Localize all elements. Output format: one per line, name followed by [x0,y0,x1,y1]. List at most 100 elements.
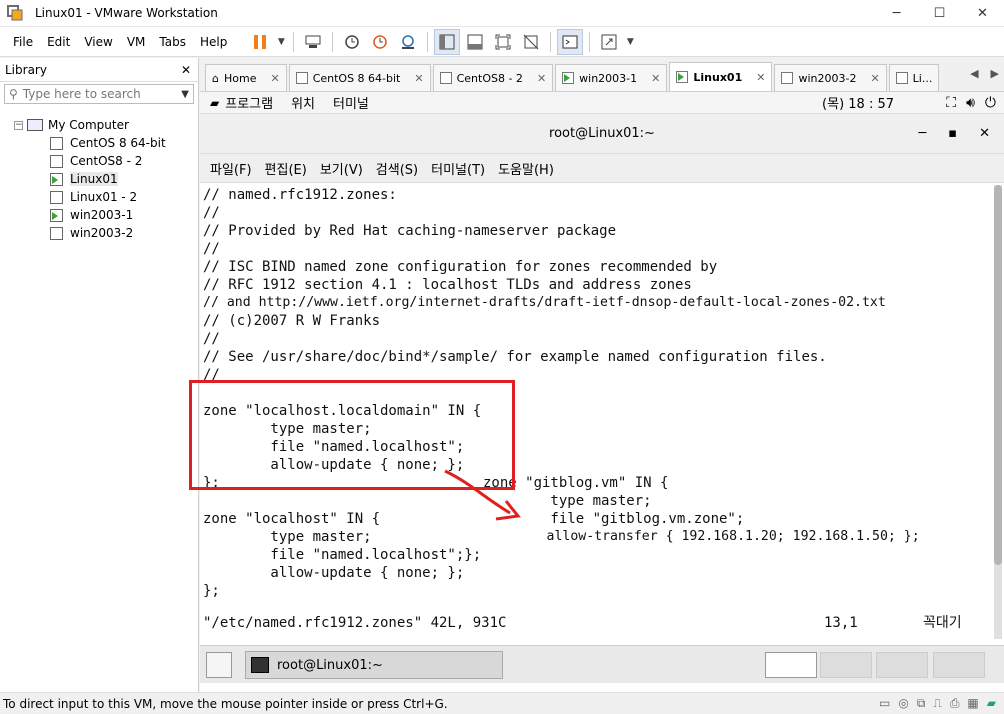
chevron-down-icon[interactable]: ▼ [624,29,636,55]
tab-win2003-2[interactable]: win2003-2 ✕ [774,64,887,91]
terminal-line: }; [203,583,220,599]
tab-centos8-64[interactable]: CentOS 8 64-bit ✕ [288,64,431,91]
tree-item-linux01-2[interactable]: Linux01 - 2 [0,188,198,206]
snapshot-manager-icon[interactable] [395,29,421,55]
terminal-line: type master; [203,529,372,545]
terminal-menu-help[interactable]: 도움말(H) [498,159,554,178]
gnome-clock[interactable]: (목) 18 : 57 [822,93,894,112]
thumbnail-bar-icon[interactable] [462,29,488,55]
menu-file[interactable]: File [6,35,40,49]
printer-icon[interactable]: ⎙ [950,696,960,711]
library-search-input[interactable]: ⚲ Type here to search ▼ [4,84,194,104]
close-tab-icon[interactable]: ✕ [651,72,660,85]
menu-vm[interactable]: VM [120,35,153,49]
usb-icon[interactable]: ⎍ [933,696,941,711]
maximize-button[interactable]: ☐ [918,0,961,27]
terminal-maximize-icon[interactable]: ▪ [948,126,957,141]
terminal-content[interactable]: // named.rfc1912.zones: // // Provided b… [189,183,1004,645]
search-icon: ⚲ [9,87,18,101]
message-icon[interactable]: ▰ [987,696,996,711]
apps-icon: ▰ [210,95,220,110]
terminal-menu-file[interactable]: 파일(F) [210,159,252,178]
close-tab-icon[interactable]: ✕ [414,72,423,85]
window-title: Linux01 - VMware Workstation [35,6,218,20]
vm-icon [50,226,63,240]
tab-scroll-left-icon[interactable]: ◀ [970,67,978,80]
menu-tabs[interactable]: Tabs [152,35,193,49]
scrollbar-thumb[interactable] [994,185,1002,565]
chevron-down-icon[interactable]: ▼ [275,29,287,55]
gnome-terminal-menu[interactable]: 터미널 [333,93,369,112]
tree-item-win2003-1[interactable]: win2003-1 [0,206,198,224]
tree-item-win2003-2[interactable]: win2003-2 [0,224,198,242]
tab-win2003-1[interactable]: win2003-1 ✕ [555,64,668,91]
terminal-title: root@Linux01:~ [549,126,655,141]
statusbar: To direct input to this VM, move the mou… [0,692,1004,714]
sound-icon[interactable]: ▦ [967,696,978,711]
terminal-close-icon[interactable]: ✕ [979,126,990,141]
close-library-icon[interactable]: ✕ [181,63,191,77]
unity-icon[interactable] [518,29,544,55]
tab-centos8-2[interactable]: CentOS8 - 2 ✕ [432,64,554,91]
gnome-places-menu[interactable]: 위치 [291,93,315,112]
fullscreen-icon[interactable] [490,29,516,55]
terminal-icon [251,657,269,673]
tree-item-centos8-2[interactable]: CentOS8 - 2 [0,152,198,170]
menu-help[interactable]: Help [193,35,234,49]
tree-root-my-computer[interactable]: − My Computer [0,116,198,134]
minimize-button[interactable]: ─ [875,0,918,27]
revert-snapshot-icon[interactable] [367,29,393,55]
snapshot-icon[interactable] [339,29,365,55]
terminal-line: // Provided by Red Hat caching-nameserve… [203,223,617,239]
terminal-menu-view[interactable]: 보기(V) [320,159,363,178]
tab-linux01[interactable]: Linux01 ✕ [669,62,773,91]
terminal-minimize-icon[interactable]: ─ [918,126,926,141]
gnome-applications-menu[interactable]: 프로그램 [225,93,273,112]
close-tab-icon[interactable]: ✕ [270,72,279,85]
vm-running-icon [676,71,689,83]
send-ctrl-alt-del-icon[interactable] [300,29,326,55]
terminal-line: // [203,205,220,221]
vm-running-icon [562,72,575,84]
network-icon[interactable]: ⛶ [946,95,956,111]
terminal-menu-edit[interactable]: 편집(E) [265,159,307,178]
pause-icon[interactable] [247,29,273,55]
tree-item-centos8-64[interactable]: CentOS 8 64-bit [0,134,198,152]
close-tab-icon[interactable]: ✕ [537,72,546,85]
vim-status-where: 꼭대기 [923,615,962,631]
tab-scroll-right-icon[interactable]: ▶ [991,67,999,80]
close-button[interactable]: ✕ [961,0,1004,27]
workspace-1[interactable] [765,652,817,678]
gnome-top-bar: ▰ 프로그램 위치 터미널 (목) 18 : 57 ⛶ 🔊︎ ⏻ [200,92,1004,114]
tab-home[interactable]: ⌂ Home ✕ [205,64,287,91]
volume-icon[interactable]: 🔊︎ [966,95,975,111]
terminal-menu-search[interactable]: 검색(S) [376,159,418,178]
power-icon[interactable]: ⏻ [985,95,996,111]
workspace-3[interactable] [876,652,928,678]
search-placeholder: Type here to search [22,87,141,101]
menu-view[interactable]: View [77,35,119,49]
vm-icon [295,72,308,84]
chevron-down-icon[interactable]: ▼ [181,89,189,100]
vm-taskbar-terminal[interactable]: root@Linux01:~ [245,651,503,679]
computer-icon [27,119,43,131]
close-tab-icon[interactable]: ✕ [756,71,765,84]
stretch-guest-icon[interactable] [596,29,622,55]
terminal-menu-terminal[interactable]: 터미널(T) [431,159,485,178]
hard-disk-icon[interactable]: ▭ [879,696,890,711]
terminal-scrollbar[interactable] [994,185,1002,639]
close-tab-icon[interactable]: ✕ [870,72,879,85]
terminal-line: // See /usr/share/doc/bind*/sample/ for … [203,349,827,365]
show-desktop-icon[interactable] [206,652,232,678]
tab-linux-more[interactable]: Li... [888,64,940,91]
window-titlebar: Linux01 - VMware Workstation ─ ☐ ✕ [0,0,1004,27]
console-view-icon[interactable] [557,28,584,55]
workspace-4[interactable] [933,652,985,678]
show-library-icon[interactable] [434,28,461,55]
network-adapter-icon[interactable]: ⧉ [917,696,926,711]
cd-drive-icon[interactable]: ◎ [898,696,908,711]
tree-item-linux01[interactable]: Linux01 [0,170,198,188]
menu-edit[interactable]: Edit [40,35,77,49]
collapse-icon[interactable]: − [14,120,23,130]
workspace-2[interactable] [820,652,872,678]
